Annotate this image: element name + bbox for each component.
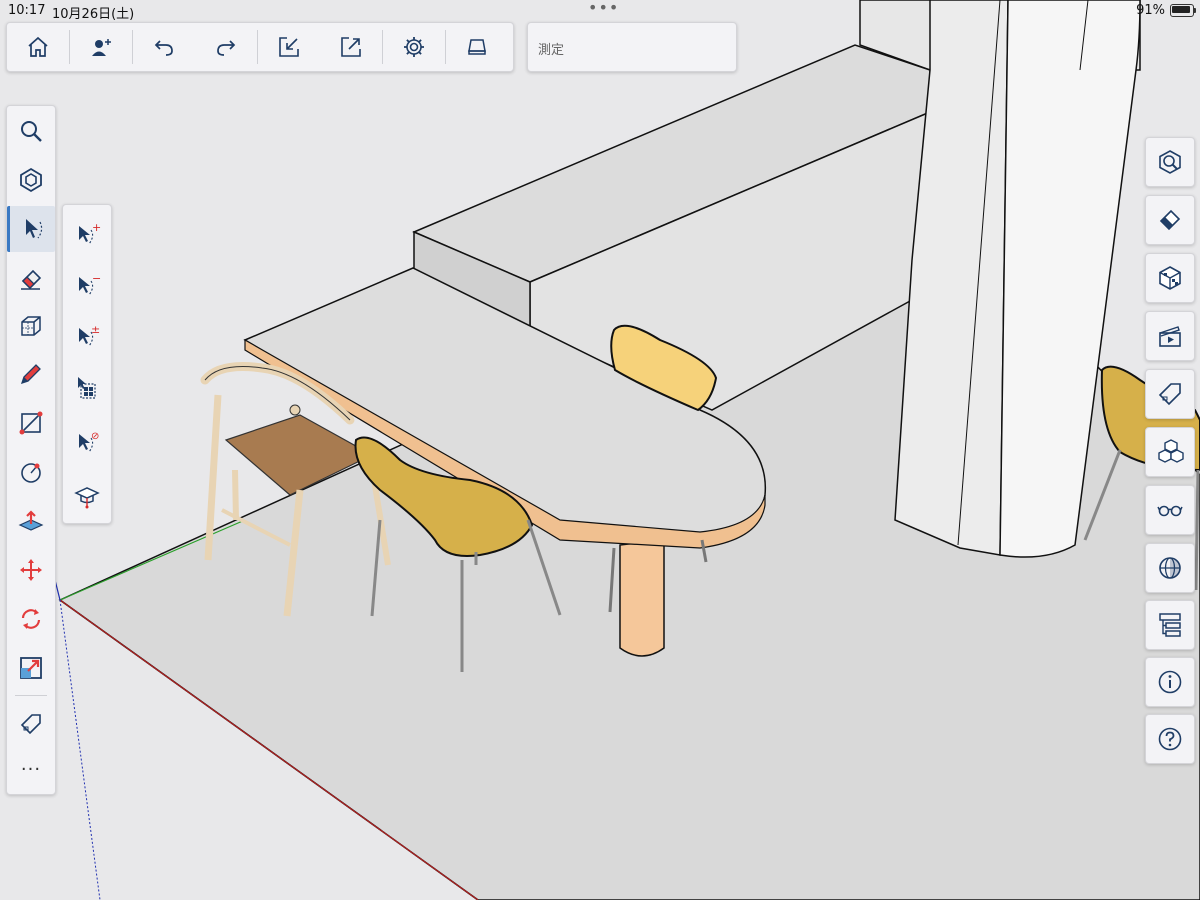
status-time: 10:17 xyxy=(8,3,46,18)
select-icon xyxy=(25,219,42,239)
undo-icon xyxy=(154,40,173,56)
select-none-button[interactable]: ⊘ xyxy=(63,417,111,467)
scale-icon xyxy=(20,657,42,679)
select-none-sign: ⊘ xyxy=(91,431,99,442)
battery-status: 91% xyxy=(1136,3,1196,18)
component-tool-button[interactable] xyxy=(7,157,55,203)
undo-button[interactable] xyxy=(133,23,195,71)
select-toggle-button[interactable]: ± xyxy=(63,311,111,361)
select-remove-sign: − xyxy=(92,272,101,285)
circle-icon xyxy=(21,463,41,483)
top-toolbar xyxy=(6,22,514,72)
components-panel-button[interactable] xyxy=(1145,427,1195,477)
display-styles-panel-button[interactable] xyxy=(1145,485,1195,535)
select-all-button[interactable] xyxy=(63,363,111,413)
line-icon xyxy=(19,411,43,435)
search-icon xyxy=(21,121,42,142)
home-button[interactable] xyxy=(7,23,69,71)
eraser-icon xyxy=(21,269,42,290)
status-date: 10月26日(土) xyxy=(52,7,135,22)
scale-tool-button[interactable] xyxy=(7,645,55,691)
import-button[interactable] xyxy=(258,23,320,71)
left-toolbar: ··· xyxy=(6,105,56,795)
display-icon xyxy=(468,39,486,55)
materials-icon xyxy=(1159,266,1181,290)
more-tools-button[interactable]: ··· xyxy=(7,746,55,792)
component-icon xyxy=(20,167,42,193)
more-tools-label: ··· xyxy=(20,758,42,780)
select-add-button[interactable]: + xyxy=(63,209,111,259)
pencil-tool-button[interactable] xyxy=(7,351,55,397)
move-icon xyxy=(20,559,42,581)
select-remove-button[interactable]: − xyxy=(63,260,111,310)
view-panel-button[interactable] xyxy=(1145,137,1195,187)
battery-percent: 91% xyxy=(1136,3,1165,18)
rotate-icon xyxy=(21,609,41,629)
circle-tool-button[interactable] xyxy=(7,449,55,495)
xray-panel-button[interactable] xyxy=(1145,543,1195,593)
multitask-dots-icon[interactable]: ••• xyxy=(588,0,619,17)
push-pull-tool-button[interactable] xyxy=(7,498,55,544)
settings-button[interactable] xyxy=(383,23,445,71)
table-leg xyxy=(619,539,665,657)
select-none-icon: ⊘ xyxy=(79,431,99,453)
info-icon xyxy=(1158,670,1182,694)
eraser-tool-button[interactable] xyxy=(7,255,55,301)
user-add-icon xyxy=(92,39,111,56)
battery-icon xyxy=(1170,4,1196,17)
redo-button[interactable] xyxy=(195,23,257,71)
scenes-icon xyxy=(1159,326,1181,347)
outliner-panel-button[interactable] xyxy=(1145,600,1195,650)
select-remove-icon: − xyxy=(79,272,101,296)
eraser-icon xyxy=(1159,209,1181,231)
materials-panel-button[interactable] xyxy=(1145,253,1195,303)
info-panel-button[interactable] xyxy=(1145,657,1195,707)
box-icon xyxy=(21,316,41,336)
search-tool-button[interactable] xyxy=(7,108,55,154)
view-icon xyxy=(1159,150,1181,174)
select-add-sign: + xyxy=(92,221,101,234)
xray-icon xyxy=(1159,557,1181,579)
redo-icon xyxy=(217,40,236,56)
graduation-cap-icon xyxy=(74,487,100,509)
components-icon xyxy=(1158,439,1184,463)
select-toggle-sign: ± xyxy=(91,323,100,336)
measurement-box[interactable]: 測定 xyxy=(527,22,737,72)
help-panel-button[interactable] xyxy=(1145,714,1195,764)
move-tool-button[interactable] xyxy=(7,547,55,593)
help-icon xyxy=(1158,727,1182,751)
tag-tool-button[interactable] xyxy=(7,701,55,747)
select-add-icon: + xyxy=(79,221,101,245)
glasses-icon xyxy=(1157,505,1183,517)
tag-icon xyxy=(1158,383,1181,406)
status-bar: 10:17 10月26日(土) ••• 91% xyxy=(0,0,1200,22)
select-toggle-icon: ± xyxy=(79,323,100,347)
select-all-icon xyxy=(78,377,96,399)
measurement-label: 測定 xyxy=(538,43,565,58)
display-button[interactable] xyxy=(446,23,508,71)
box-tool-button[interactable] xyxy=(7,303,55,349)
push-pull-icon xyxy=(18,510,44,531)
outliner-icon xyxy=(1159,613,1181,637)
model-viewport[interactable] xyxy=(0,0,1200,900)
select-tool-button[interactable] xyxy=(7,206,55,252)
rotate-tool-button[interactable] xyxy=(7,596,55,642)
tag-icon xyxy=(20,714,41,735)
pencil-icon xyxy=(20,364,41,385)
export-icon xyxy=(341,37,361,57)
profile-button[interactable] xyxy=(70,23,132,71)
tags-panel-button[interactable] xyxy=(1145,369,1195,419)
select-subtoolbar: + − ± ⊘ xyxy=(62,204,112,524)
gear-icon xyxy=(404,37,424,57)
home-icon xyxy=(28,36,48,57)
learn-button[interactable] xyxy=(63,471,111,521)
import-icon xyxy=(279,37,299,57)
line-tool-button[interactable] xyxy=(7,400,55,446)
entity-info-panel-button[interactable] xyxy=(1145,195,1195,245)
scenes-panel-button[interactable] xyxy=(1145,311,1195,361)
export-button[interactable] xyxy=(320,23,382,71)
